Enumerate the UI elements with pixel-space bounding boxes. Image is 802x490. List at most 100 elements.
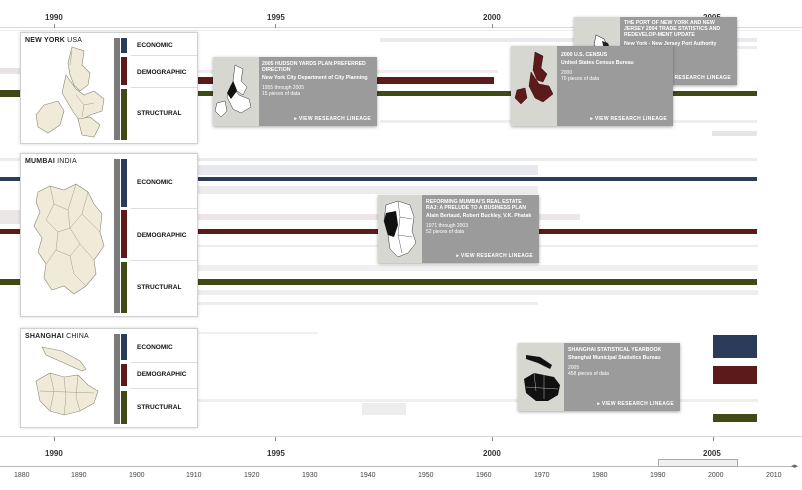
category-economic[interactable]: ECONOMIC xyxy=(137,179,173,186)
axis-year-2000: 2000 xyxy=(483,13,501,22)
view-research-lineage-link[interactable]: ▸ VIEW RESEARCH LINEAGE xyxy=(456,253,533,259)
shanghai-map-icon xyxy=(35,346,99,416)
city-panel-mumbai[interactable]: MUMBAI INDIA ECONOMIC DEMOGRAPHIC STRUCT… xyxy=(20,153,198,317)
city-name: MUMBAI xyxy=(25,158,55,165)
new-york-map-icon xyxy=(35,46,105,138)
city-gray-bar xyxy=(114,334,120,424)
category-structural[interactable]: STRUCTURAL xyxy=(137,284,181,291)
trace xyxy=(198,265,758,271)
axis-year-1995: 1995 xyxy=(267,13,285,22)
axis-year-1990: 1990 xyxy=(45,13,63,22)
city-panel-new-york[interactable]: NEW YORK USA ECONOMIC DEMOGRAPHIC STRUCT… xyxy=(20,32,198,144)
city-gray-bar xyxy=(114,159,120,313)
overview-year: 1990 xyxy=(650,472,666,479)
borough-map-icon xyxy=(214,64,252,118)
city-title: NEW YORK USA xyxy=(25,37,82,44)
overview-year: 2000 xyxy=(708,472,724,479)
popup-org: United States Census Bureau xyxy=(561,60,634,66)
research-popup-us-census[interactable]: 2000 U.S. CENSUS United States Census Bu… xyxy=(511,46,673,126)
divider xyxy=(131,388,197,389)
overview-year: 1890 xyxy=(71,472,87,479)
axis-tick xyxy=(275,24,276,28)
axis-year-2005: 2005 xyxy=(703,449,721,458)
category-demographic[interactable]: DEMOGRAPHIC xyxy=(137,69,186,76)
divider xyxy=(131,362,197,363)
thumbnail xyxy=(511,46,557,126)
scroll-right-arrow-icon[interactable]: ◂▸ xyxy=(791,462,798,470)
axis-tick xyxy=(713,437,714,441)
city-panel-shanghai[interactable]: SHANGHAI CHINA ECONOMIC DEMOGRAPHIC STRU… xyxy=(20,328,198,428)
shanghai-demographic-block xyxy=(713,366,757,384)
shanghai-economic-block xyxy=(713,335,757,358)
popup-count: 52 pieces of data xyxy=(426,229,465,235)
range-brush-handle[interactable] xyxy=(658,459,738,467)
category-demographic[interactable]: DEMOGRAPHIC xyxy=(137,232,186,239)
trace xyxy=(198,165,538,175)
borough-map-icon xyxy=(514,51,554,105)
category-structural[interactable]: STRUCTURAL xyxy=(137,404,181,411)
divider xyxy=(131,55,197,56)
category-economic[interactable]: ECONOMIC xyxy=(137,344,173,351)
category-structural[interactable]: STRUCTURAL xyxy=(137,110,181,117)
thumbnail xyxy=(378,195,422,263)
overview-year: 1910 xyxy=(186,472,202,479)
trace xyxy=(0,90,20,97)
overview-year: 1970 xyxy=(534,472,550,479)
demographic-color-bar xyxy=(121,210,127,258)
axis-year-1990: 1990 xyxy=(45,449,63,458)
overview-timeline[interactable]: ◂▸ 1880 1890 1900 1910 1920 1930 1940 19… xyxy=(0,459,802,490)
category-economic[interactable]: ECONOMIC xyxy=(137,42,173,49)
view-research-lineage-link[interactable]: ▸ VIEW RESEARCH LINEAGE xyxy=(590,116,667,122)
trace xyxy=(0,210,20,224)
overview-year: 2010 xyxy=(766,472,782,479)
thumbnail xyxy=(213,57,259,126)
trace xyxy=(198,290,758,295)
research-popup-shanghai-yearbook[interactable]: SHANGHAI STATISTICAL YEARBOOK Shanghai M… xyxy=(518,343,680,411)
city-region: CHINA xyxy=(66,333,89,340)
popup-count: 458 pieces of data xyxy=(568,371,609,377)
popup-org: Shanghai Municipal Statistics Bureau xyxy=(568,355,661,361)
view-research-lineage-link[interactable]: ▸ VIEW RESEARCH LINEAGE xyxy=(294,116,371,122)
axis-tick xyxy=(275,437,276,441)
popup-org: Alain Bertaud, Robert Buckley, V.K. Phat… xyxy=(426,213,532,219)
trace xyxy=(198,332,318,334)
divider xyxy=(131,87,197,88)
overview-year: 1940 xyxy=(360,472,376,479)
popup-title: THE PORT OF NEW YORK AND NEW JERSEY 2004… xyxy=(624,20,721,38)
axis-tick xyxy=(54,24,55,28)
economic-color-bar xyxy=(121,334,127,360)
city-name: SHANGHAI xyxy=(25,333,64,340)
overview-year: 1880 xyxy=(14,472,30,479)
research-popup-hudson-yards[interactable]: 2005 HUDSON YARDS PLAN:PREFERRED DIRECTI… xyxy=(213,57,377,126)
overview-year: 1980 xyxy=(592,472,608,479)
city-gray-bar xyxy=(114,38,120,140)
divider xyxy=(131,208,197,209)
city-region: USA xyxy=(67,37,83,44)
popup-org: New York City Department of City Plannin… xyxy=(262,75,368,81)
district-map-icon xyxy=(524,355,560,401)
trace xyxy=(198,186,538,194)
overview-year: 1900 xyxy=(129,472,145,479)
city-region: INDIA xyxy=(57,158,77,165)
popup-count: 15 pieces of data xyxy=(262,91,301,97)
category-demographic[interactable]: DEMOGRAPHIC xyxy=(137,371,186,378)
ward-map-icon xyxy=(383,200,417,258)
research-popup-mumbai-real-estate[interactable]: REFORMING MUMBAI'S REAL ESTATE RAJ: A PR… xyxy=(378,195,539,263)
demographic-color-bar xyxy=(121,57,127,85)
overview-year: 1950 xyxy=(418,472,434,479)
popup-title: 2005 HUDSON YARDS PLAN:PREFERRED DIRECTI… xyxy=(262,61,366,73)
trace xyxy=(712,131,757,136)
axis-year-2000: 2000 xyxy=(483,449,501,458)
structural-color-bar xyxy=(121,262,127,313)
structural-color-bar xyxy=(121,89,127,140)
popup-title: 2000 U.S. CENSUS xyxy=(561,52,608,58)
thumbnail xyxy=(518,343,564,411)
axis-tick xyxy=(492,24,493,28)
axis-year-1995: 1995 xyxy=(267,449,285,458)
shanghai-structural-block xyxy=(713,414,757,422)
popup-title: REFORMING MUMBAI'S REAL ESTATE RAJ: A PR… xyxy=(426,199,527,211)
trace xyxy=(198,302,538,305)
city-title: SHANGHAI CHINA xyxy=(25,333,89,340)
economic-color-bar xyxy=(121,38,127,53)
view-research-lineage-link[interactable]: ▸ VIEW RESEARCH LINEAGE xyxy=(597,401,674,407)
